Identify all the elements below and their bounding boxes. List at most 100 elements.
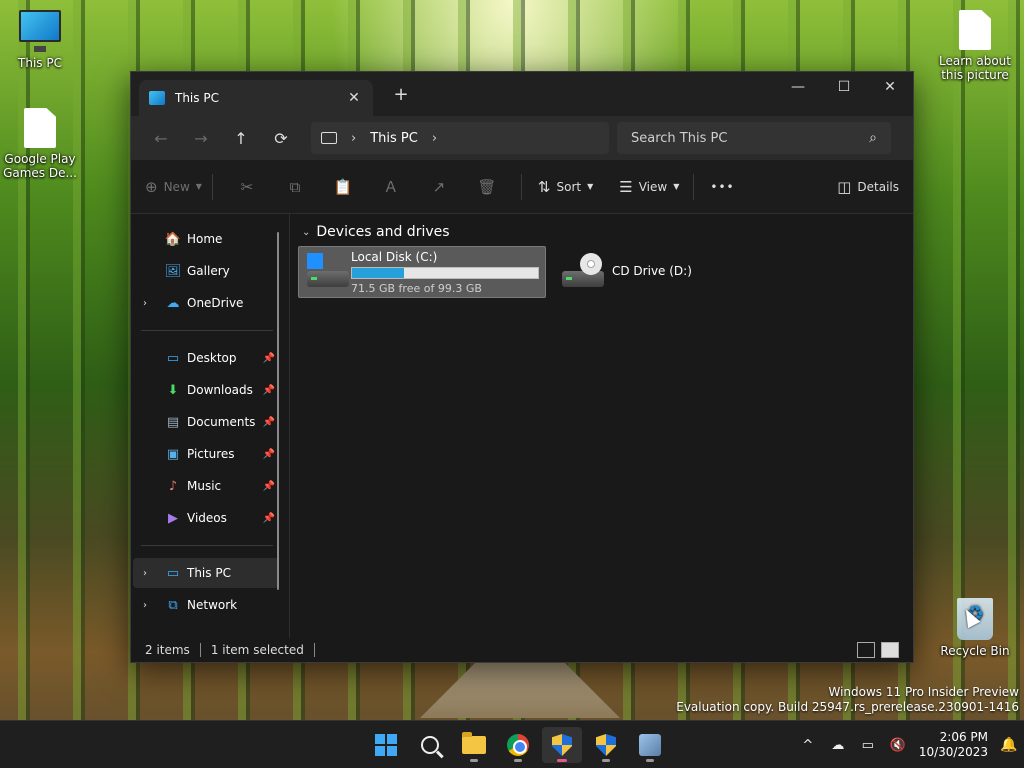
- sidebar-divider: [141, 545, 273, 546]
- sidebar-item-home[interactable]: 🏠 Home: [133, 224, 279, 254]
- desktop-icon-recycle-bin[interactable]: Recycle Bin: [935, 598, 1015, 658]
- tiles-view-icon[interactable]: [881, 642, 899, 658]
- sidebar-item-gallery[interactable]: 🖼 Gallery: [133, 256, 279, 286]
- sidebar-scrollbar[interactable]: [277, 232, 279, 590]
- item-count: 2 items: [145, 643, 190, 657]
- minimize-button[interactable]: —: [775, 72, 821, 102]
- search-input[interactable]: Search This PC ⌕: [617, 122, 891, 154]
- drive-usage-bar: [351, 266, 539, 279]
- monitor-stand: [34, 46, 46, 52]
- group-title: Devices and drives: [316, 224, 450, 240]
- details-view-icon[interactable]: [857, 642, 875, 658]
- window-controls: — ☐ ✕: [775, 72, 913, 102]
- share-icon[interactable]: ↗: [415, 171, 463, 203]
- pin-icon: 📌: [262, 512, 275, 524]
- taskbar-security-app-2[interactable]: [586, 727, 626, 763]
- desktop-icon-learn-about-picture[interactable]: Learn about this picture: [935, 10, 1015, 82]
- disc-icon: [580, 253, 602, 275]
- sidebar-item-pictures[interactable]: ▣ Pictures 📌: [133, 439, 279, 469]
- new-tab-button[interactable]: +: [391, 84, 411, 105]
- sidebar-item-network[interactable]: › ⧉ Network: [133, 590, 279, 620]
- more-options-button[interactable]: •••: [710, 171, 734, 203]
- taskbar-tool-app[interactable]: [630, 727, 670, 763]
- clock[interactable]: 2:06 PM 10/30/2023: [919, 730, 988, 760]
- back-button[interactable]: ←: [141, 122, 181, 154]
- sort-label: Sort: [556, 179, 582, 194]
- tool-app-icon: [639, 734, 661, 756]
- sidebar-item-onedrive[interactable]: › ☁ OneDrive: [133, 288, 279, 318]
- chevron-right-icon[interactable]: ›: [143, 600, 147, 611]
- drive-list: Local Disk (C:) 71.5 GB free of 99.3 GB …: [298, 246, 905, 298]
- details-pane-icon: ◫: [837, 177, 852, 196]
- navigation-pane: 🏠 Home 🖼 Gallery › ☁ OneDrive ▭ Desktop …: [131, 214, 289, 638]
- maximize-button[interactable]: ☐: [821, 72, 867, 102]
- rename-icon[interactable]: Ａ: [367, 171, 415, 203]
- chevron-right-icon[interactable]: ›: [143, 568, 147, 579]
- details-button[interactable]: ◫ Details: [837, 171, 899, 203]
- running-indicator: [557, 759, 567, 762]
- tab-this-pc[interactable]: This PC ✕: [139, 80, 373, 116]
- drive-name: CD Drive (D:): [612, 263, 692, 278]
- shield-icon: [596, 734, 616, 756]
- taskbar: ^ ☁ ▭ 🔇 2:06 PM 10/30/2023 🔔: [0, 720, 1024, 768]
- chevron-down-icon: ▼: [195, 182, 202, 191]
- sidebar-item-music[interactable]: ♪ Music 📌: [133, 471, 279, 501]
- sort-button[interactable]: ⇅ Sort ▼: [538, 171, 593, 203]
- view-button[interactable]: ☰ View ▼: [619, 171, 679, 203]
- sidebar-item-downloads[interactable]: ⬇ Downloads 📌: [133, 375, 279, 405]
- drive-cd-d[interactable]: CD Drive (D:): [554, 246, 802, 298]
- new-button[interactable]: ⊕ New ▼: [145, 171, 202, 203]
- view-icon: ☰: [619, 177, 633, 196]
- status-divider: [199, 643, 201, 657]
- onedrive-status-icon[interactable]: ☁: [823, 738, 853, 753]
- details-label: Details: [857, 179, 899, 194]
- refresh-button[interactable]: ⟳: [261, 122, 301, 154]
- sidebar-item-videos[interactable]: ▶ Videos 📌: [133, 503, 279, 533]
- close-button[interactable]: ✕: [867, 72, 913, 102]
- show-hidden-icons-button[interactable]: ^: [793, 738, 823, 753]
- copy-icon[interactable]: ⧉: [271, 171, 319, 203]
- desktop-icon-google-play-games[interactable]: Google Play Games De...: [0, 108, 80, 180]
- group-header-devices[interactable]: ⌄ Devices and drives: [298, 224, 905, 240]
- taskbar-search-button[interactable]: [410, 727, 450, 763]
- sidebar-item-label: Pictures: [187, 447, 235, 461]
- forward-button[interactable]: →: [181, 122, 221, 154]
- status-divider: [313, 643, 315, 657]
- breadcrumb-chevron-icon[interactable]: ›: [432, 131, 437, 146]
- breadcrumb-this-pc[interactable]: This PC: [370, 131, 418, 146]
- breadcrumb-chevron-icon[interactable]: ›: [351, 131, 356, 146]
- sidebar-item-documents[interactable]: ▤ Documents 📌: [133, 407, 279, 437]
- cut-icon[interactable]: ✂: [223, 171, 271, 203]
- paste-icon[interactable]: 📋: [319, 171, 367, 203]
- desktop-icon-label: Learn about this picture: [939, 54, 1011, 82]
- up-button[interactable]: ↑: [221, 122, 261, 154]
- drive-name: Local Disk (C:): [351, 249, 438, 264]
- search-icon: [421, 736, 439, 754]
- system-tray: ^ ☁ ▭ 🔇 2:06 PM 10/30/2023 🔔: [793, 721, 1024, 768]
- taskbar-chrome[interactable]: [498, 727, 538, 763]
- running-indicator: [514, 759, 522, 762]
- notification-bell-icon[interactable]: 🔔: [994, 737, 1024, 753]
- drive-local-disk-c[interactable]: Local Disk (C:) 71.5 GB free of 99.3 GB: [298, 246, 546, 298]
- taskbar-file-explorer[interactable]: [454, 727, 494, 763]
- view-toggle: [851, 642, 899, 658]
- pictures-icon: ▣: [166, 446, 180, 462]
- network-icon[interactable]: ▭: [853, 738, 883, 753]
- desktop-icon-this-pc[interactable]: This PC: [0, 10, 80, 70]
- drive-free-space: 71.5 GB free of 99.3 GB: [351, 281, 482, 295]
- delete-icon[interactable]: 🗑: [463, 171, 511, 203]
- start-button[interactable]: [366, 727, 406, 763]
- tab-close-icon[interactable]: ✕: [345, 90, 363, 106]
- search-placeholder: Search This PC: [631, 130, 728, 146]
- hdd-body: [307, 271, 349, 287]
- sidebar-item-this-pc[interactable]: › ▭ This PC: [133, 558, 279, 588]
- address-bar[interactable]: › This PC ›: [311, 122, 609, 154]
- status-bar: 2 items 1 item selected: [131, 638, 913, 662]
- download-icon: ⬇: [167, 382, 179, 398]
- sidebar-item-label: Videos: [187, 511, 227, 525]
- sidebar-item-desktop[interactable]: ▭ Desktop 📌: [133, 343, 279, 373]
- search-icon: ⌕: [869, 130, 877, 146]
- taskbar-security-app-1[interactable]: [542, 727, 582, 763]
- volume-icon[interactable]: 🔇: [883, 738, 913, 753]
- chevron-right-icon[interactable]: ›: [143, 298, 147, 309]
